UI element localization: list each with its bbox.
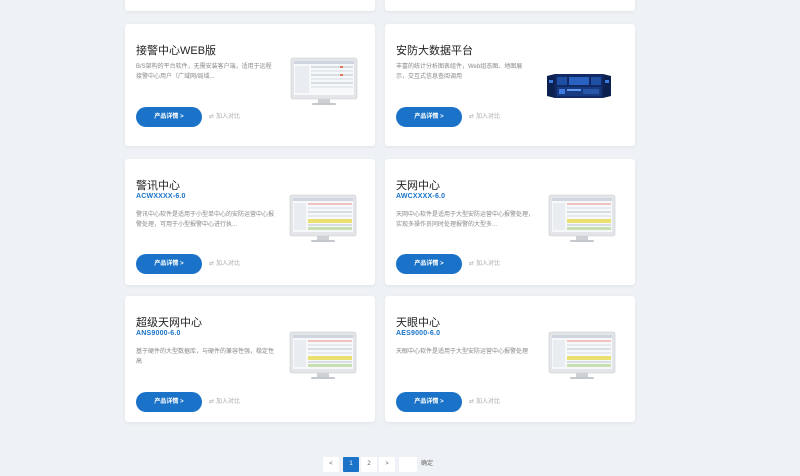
product-thumbnail-monitor <box>548 194 616 242</box>
card-title: 安防大数据平台 <box>396 45 473 57</box>
product-detail-button[interactable]: 产品详情 > <box>136 392 202 412</box>
card-description: 天眼中心软件是适用于大型安防运营中心报警处理 <box>396 349 529 355</box>
product-thumbnail-monitor <box>290 57 358 105</box>
product-card-jiejing-web: 接警中心WEB版 B/S架构的平台软件，无需安装客户端，适用于远程接警中心用户（… <box>125 24 375 146</box>
card-description: 天网中心软件是适用于大型安防运营中心报警处理，实现多操作员同时处理报警的大型多.… <box>396 212 535 228</box>
product-card-anfang-bigdata: 安防大数据平台 丰富的统计分析图表组件，Web组态图、地图展示，交互式信息查阅调… <box>385 24 635 146</box>
card-model-code: AES9000-6.0 <box>396 330 441 337</box>
page-button-2[interactable]: 2 <box>361 457 377 472</box>
product-thumbnail-monitor <box>548 331 616 379</box>
add-compare-link[interactable]: ⇄ 加入对比 <box>469 392 500 412</box>
card-model-code: ANS9000-6.0 <box>136 330 181 337</box>
card-title: 接警中心WEB版 <box>136 45 217 57</box>
compare-icon: ⇄ <box>209 114 215 120</box>
card-description: B/S架构的平台软件，无需安装客户端，适用于远程接警中心用户（广域网/局域... <box>136 64 272 80</box>
product-detail-button[interactable]: 产品详情 > <box>136 254 202 274</box>
add-compare-link[interactable]: ⇄ 加入对比 <box>209 392 240 412</box>
product-card-tianwang: 天网中心 AWCXXXX-6.0 天网中心软件是适用于大型安防运营中心报警处理，… <box>385 159 635 285</box>
card-description: 基于硬件的大型数据库，与硬件的兼容性强，稳定性高 <box>136 349 275 365</box>
compare-icon: ⇄ <box>469 114 475 120</box>
next-page-button[interactable]: > <box>379 457 395 472</box>
card-description: 警讯中心软件是适用于小型单中心的安防运营中心报警处理，可用于小型报警中心进行执.… <box>136 212 275 228</box>
page-button-1[interactable]: 1 <box>343 457 359 472</box>
pagination: < 1 2 > 确定 <box>323 457 443 472</box>
add-compare-link[interactable]: ⇄ 加入对比 <box>469 107 500 127</box>
compare-icon: ⇄ <box>469 261 475 267</box>
product-card <box>125 0 375 11</box>
product-detail-button[interactable]: 产品详情 > <box>396 392 462 412</box>
card-model-code: AWCXXXX-6.0 <box>396 193 446 200</box>
compare-icon: ⇄ <box>469 399 475 405</box>
product-card-chaoji-tianwang: 超级天网中心 ANS9000-6.0 基于硬件的大型数据库，与硬件的兼容性强，稳… <box>125 296 375 422</box>
product-card-jingxun: 警讯中心 ACWXXXX-6.0 警讯中心软件是适用于小型单中心的安防运营中心报… <box>125 159 375 285</box>
card-title: 警讯中心 <box>136 180 180 192</box>
add-compare-link[interactable]: ⇄ 加入对比 <box>469 254 500 274</box>
card-model-code: ACWXXXX-6.0 <box>136 193 186 200</box>
confirm-button[interactable]: 确定 <box>419 457 435 472</box>
product-thumbnail-videowall <box>547 74 611 98</box>
add-compare-link[interactable]: ⇄ 加入对比 <box>209 254 240 274</box>
product-detail-button[interactable]: 产品详情 > <box>396 107 462 127</box>
compare-icon: ⇄ <box>209 399 215 405</box>
add-compare-link[interactable]: ⇄ 加入对比 <box>209 107 240 127</box>
product-card-tianyan: 天眼中心 AES9000-6.0 天眼中心软件是适用于大型安防运营中心报警处理 … <box>385 296 635 422</box>
card-title: 超级天网中心 <box>136 317 202 329</box>
product-card <box>385 0 635 11</box>
product-thumbnail-monitor <box>289 331 357 379</box>
card-title: 天眼中心 <box>396 317 440 329</box>
product-detail-button[interactable]: 产品详情 > <box>396 254 462 274</box>
compare-icon: ⇄ <box>209 261 215 267</box>
product-thumbnail-monitor <box>289 194 357 242</box>
goto-page-input[interactable] <box>399 457 417 472</box>
card-title: 天网中心 <box>396 180 440 192</box>
prev-page-button[interactable]: < <box>323 457 339 472</box>
product-detail-button[interactable]: 产品详情 > <box>136 107 202 127</box>
card-description: 丰富的统计分析图表组件，Web组态图、地图展示，交互式信息查阅调用 <box>396 64 523 80</box>
